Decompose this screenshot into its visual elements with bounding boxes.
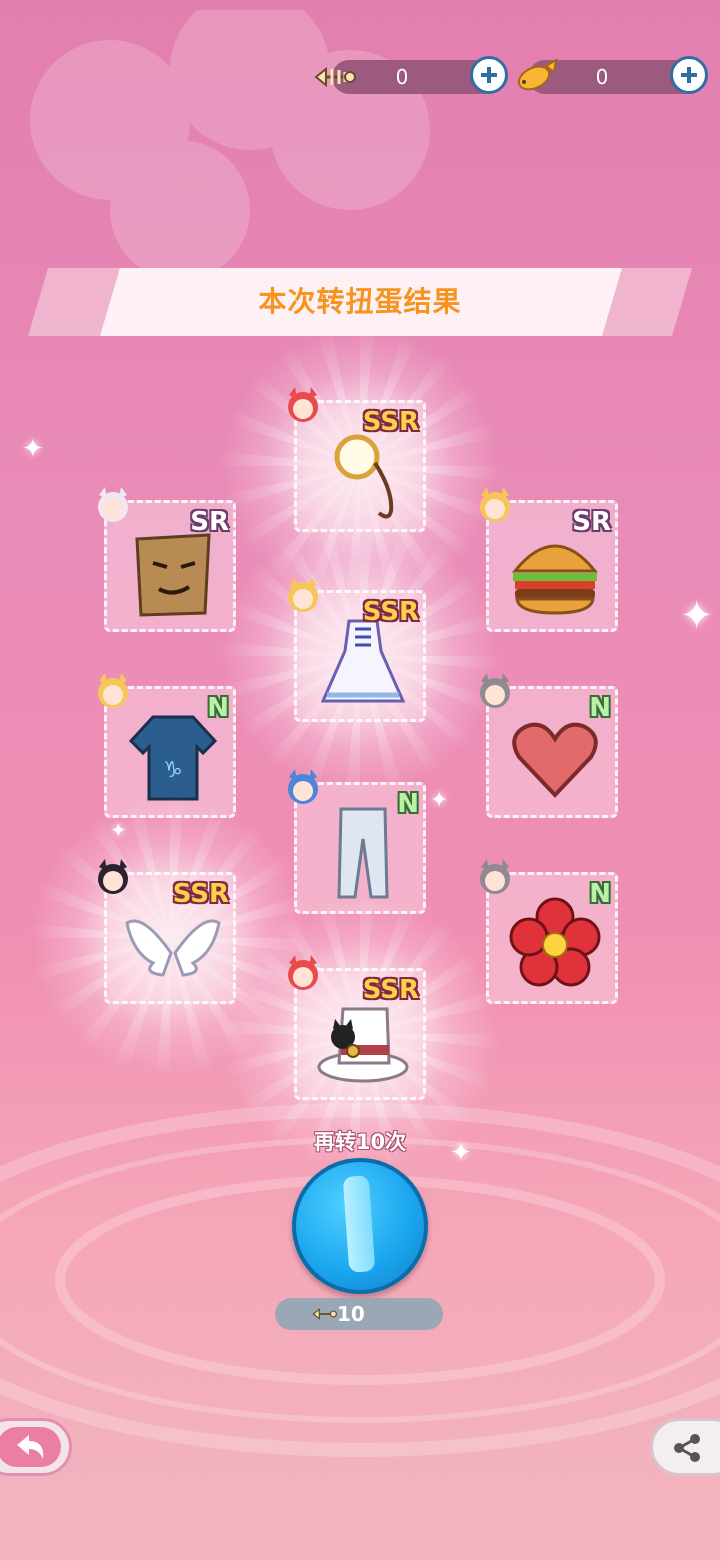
capsule-lever-icon [342,1175,376,1273]
clover-decoration [30,10,430,280]
blue-hair-boy-avatar [288,769,318,804]
rarity-badge: SSR [362,407,419,437]
share-icon [674,1434,700,1462]
spin-cost-value: 10 [337,1302,365,1326]
result-card[interactable]: SSR [98,859,236,1004]
rarity-badge: N [589,879,611,909]
rarity-badge: SSR [362,975,419,1005]
rarity-badge: SSR [172,879,229,909]
rarity-badge: SR [190,507,229,537]
result-card[interactable]: N [480,673,618,818]
rarity-badge: N [397,789,419,819]
rarity-badge: N [589,693,611,723]
rarity-badge: SR [572,507,611,537]
gold-fish-icon [517,58,558,91]
spin-cost: 10 [275,1298,443,1330]
sparkle-icon: ✦ [680,593,714,639]
back-arrow-icon [17,1435,44,1459]
gray-hair-girl-avatar [480,859,510,894]
result-card[interactable]: SSR [288,577,426,722]
white-hair-girl-avatar [98,487,128,522]
result-card[interactable]: N [480,859,618,1004]
result-card[interactable]: SSR [288,955,426,1100]
result-card[interactable]: SR [480,487,618,632]
blonde-girl-avatar [98,673,128,708]
black-hair-girl-avatar [98,859,128,894]
back-button[interactable] [0,1418,72,1476]
rarity-badge: N [207,693,229,723]
svg-text:♑: ♑ [163,758,183,783]
add-goldfish-button[interactable] [670,56,708,94]
blonde-girl-avatar [288,577,318,612]
add-fishbone-button[interactable] [470,56,508,94]
gray-hair-girl-avatar [480,673,510,708]
sparkle-icon: ✦ [22,434,44,464]
rarity-badge: SSR [362,597,419,627]
spin-again-button[interactable] [292,1158,428,1294]
fishbone-icon [314,66,356,88]
red-hair-girl-avatar [288,387,318,422]
sparkle-icon: ✦ [430,788,449,813]
blonde-girl-avatar [480,487,510,522]
spin-again-label: 再转10次 [313,1130,407,1154]
red-hair-girl-avatar [288,955,318,990]
back-button-face [0,1427,61,1467]
fishbone-icon [312,1308,337,1320]
share-button[interactable] [650,1418,720,1476]
